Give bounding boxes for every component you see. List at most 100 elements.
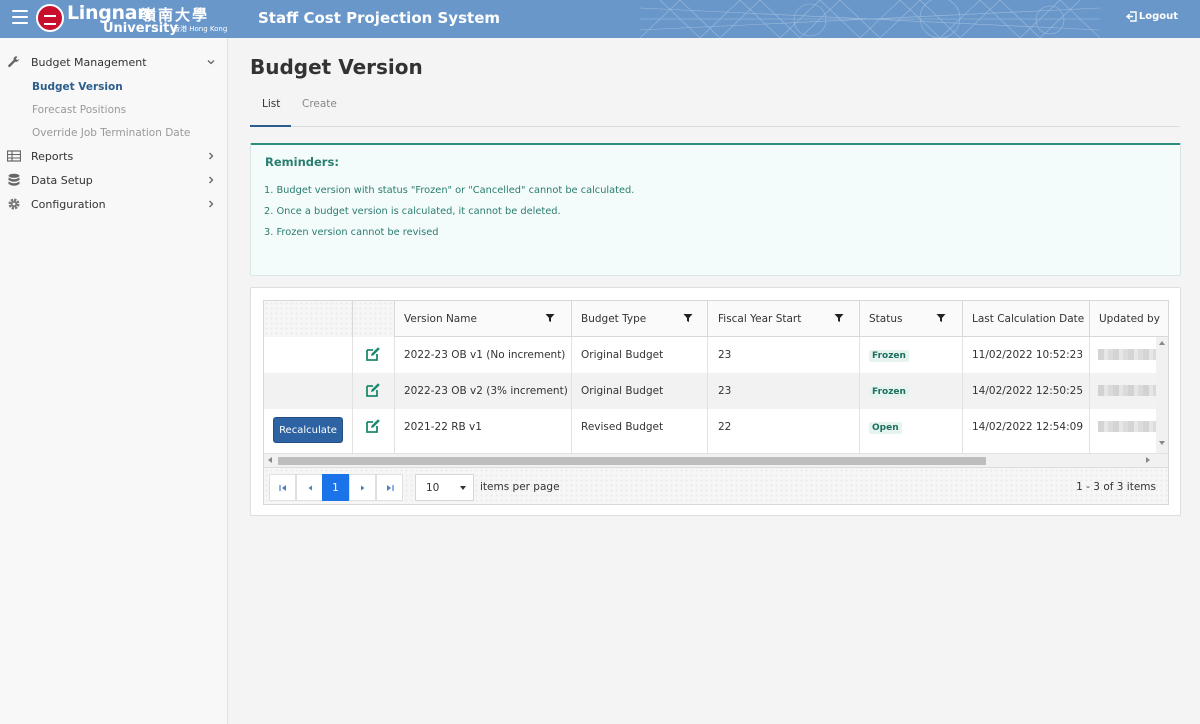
sidebar-subitem-forecast-positions[interactable]: Forecast Positions — [32, 104, 126, 116]
table-icon — [7, 150, 21, 162]
reminder-line: 1. Budget version with status "Frozen" o… — [264, 185, 635, 196]
vertical-scrollbar[interactable] — [1156, 337, 1168, 453]
page-title: Budget Version — [250, 55, 423, 79]
row-version-name: 2022-23 OB v1 (No increment) — [395, 337, 572, 373]
row-budget-type: Original Budget — [572, 373, 708, 409]
header-version-name[interactable]: Version Name — [395, 301, 572, 337]
chevron-right-icon — [209, 200, 214, 208]
app-title: Staff Cost Projection System — [258, 9, 501, 27]
status-badge: Frozen — [869, 350, 909, 362]
filter-icon[interactable] — [545, 313, 555, 323]
menu-toggle-icon[interactable] — [12, 10, 28, 24]
header-fiscal-year-start[interactable]: Fiscal Year Start — [708, 301, 860, 337]
row-budget-type: Original Budget — [572, 337, 708, 373]
active-tab-indicator — [250, 125, 291, 127]
logout-icon — [1125, 11, 1137, 22]
row-last-calculation-date: 11/02/2022 10:52:23 — [963, 337, 1090, 373]
header-last-calculation-date[interactable]: Last Calculation Date — [963, 301, 1090, 337]
header-label: Last Calculation Date — [972, 313, 1085, 325]
sidebar-item-configuration[interactable]: Configuration — [0, 194, 228, 216]
header-label: Status — [869, 313, 903, 325]
next-page-icon — [360, 485, 364, 490]
row-version-name: 2022-23 OB v2 (3% increment) — [395, 373, 572, 409]
edit-icon[interactable] — [365, 418, 381, 434]
redacted-user — [1098, 349, 1156, 360]
logo-subtitle: University — [103, 21, 178, 36]
redacted-user — [1098, 385, 1156, 396]
sidebar-item-data-setup[interactable]: Data Setup — [0, 170, 228, 192]
row-fiscal-year: 23 — [708, 337, 860, 373]
row-updated-by — [1090, 337, 1156, 373]
scroll-right-icon[interactable] — [1146, 457, 1150, 463]
table-row: 2022-23 OB v2 (3% increment) Original Bu… — [264, 373, 1156, 409]
items-per-page-label: items per page — [480, 481, 560, 493]
row-updated-by — [1090, 373, 1156, 409]
row-status: Frozen — [860, 337, 963, 373]
sidebar-item-label: Budget Management — [31, 56, 147, 69]
edit-icon[interactable] — [365, 382, 381, 398]
header-decoration — [640, 0, 1100, 38]
row-version-name: 2021-22 RB v1 — [395, 409, 572, 453]
tab-list[interactable]: List — [262, 98, 280, 110]
budget-version-grid: Version Name Budget Type Fiscal Year Sta… — [263, 300, 1169, 505]
page-1-button[interactable]: 1 — [322, 474, 349, 501]
recalculate-button[interactable]: Recalculate — [273, 417, 343, 443]
horizontal-scrollbar[interactable] — [264, 453, 1168, 467]
page-size-select[interactable]: 10 — [415, 474, 474, 501]
gear-icon — [8, 198, 20, 210]
chevron-right-icon — [209, 176, 214, 184]
sidebar-subitem-override-job-termination[interactable]: Override Job Termination Date — [32, 127, 190, 139]
row-last-calculation-date: 14/02/2022 12:54:09 — [963, 409, 1090, 453]
filter-icon[interactable] — [936, 313, 946, 323]
row-updated-by — [1090, 409, 1156, 453]
row-edit-cell — [353, 337, 395, 373]
sidebar-item-label: Configuration — [31, 198, 106, 211]
header-updated-by[interactable]: Updated by — [1090, 301, 1168, 337]
next-page-button[interactable] — [349, 474, 376, 501]
tab-create[interactable]: Create — [302, 98, 337, 110]
sidebar-item-label: Data Setup — [31, 174, 93, 187]
budget-version-grid-card: Version Name Budget Type Fiscal Year Sta… — [250, 287, 1181, 516]
chevron-right-icon — [209, 152, 214, 160]
row-status: Frozen — [860, 373, 963, 409]
previous-page-button[interactable] — [296, 474, 323, 501]
logout-label: Logout — [1138, 11, 1178, 22]
sidebar-item-reports[interactable]: Reports — [0, 146, 228, 168]
sidebar-item-label: Reports — [31, 150, 74, 163]
row-fiscal-year: 22 — [708, 409, 860, 453]
row-edit-cell — [353, 373, 395, 409]
sidebar: Budget Management Budget Version Forecas… — [0, 38, 228, 724]
header-budget-type[interactable]: Budget Type — [572, 301, 708, 337]
reminder-line: 2. Once a budget version is calculated, … — [264, 206, 561, 217]
horizontal-scroll-thumb[interactable] — [278, 457, 986, 465]
table-row: 2022-23 OB v1 (No increment) Original Bu… — [264, 337, 1156, 373]
page-size-value: 10 — [426, 482, 440, 494]
table-row: Recalculate 2021-22 RB v1 Revised Budget… — [264, 409, 1156, 453]
app-header: Lingnan 嶺南大學 University 香港 Hong Kong Sta… — [0, 0, 1200, 38]
filter-icon[interactable] — [834, 313, 844, 323]
row-edit-cell — [353, 409, 395, 453]
reminders-title: Reminders: — [265, 155, 339, 169]
header-label: Budget Type — [581, 313, 647, 325]
logout-button[interactable]: Logout — [1125, 11, 1178, 22]
last-page-button[interactable] — [376, 474, 403, 501]
scroll-left-icon[interactable] — [268, 457, 272, 463]
redacted-user — [1098, 421, 1156, 432]
first-page-icon — [278, 484, 286, 491]
first-page-button[interactable] — [269, 474, 296, 501]
row-status: Open — [860, 409, 963, 453]
previous-page-icon — [308, 485, 312, 490]
header-status[interactable]: Status — [860, 301, 963, 337]
edit-icon[interactable] — [365, 346, 381, 362]
row-action-cell — [264, 373, 353, 409]
database-icon — [8, 173, 20, 186]
sidebar-subitem-budget-version[interactable]: Budget Version — [32, 81, 123, 93]
header-label: Version Name — [404, 313, 477, 325]
filter-icon[interactable] — [683, 313, 693, 323]
scroll-up-icon[interactable] — [1159, 341, 1165, 345]
sidebar-item-budget-management[interactable]: Budget Management — [0, 52, 228, 74]
reminders-panel: Reminders: 1. Budget version with status… — [250, 143, 1181, 276]
chevron-down-icon — [207, 60, 215, 65]
last-page-icon — [386, 484, 394, 491]
scroll-down-icon[interactable] — [1159, 441, 1165, 445]
